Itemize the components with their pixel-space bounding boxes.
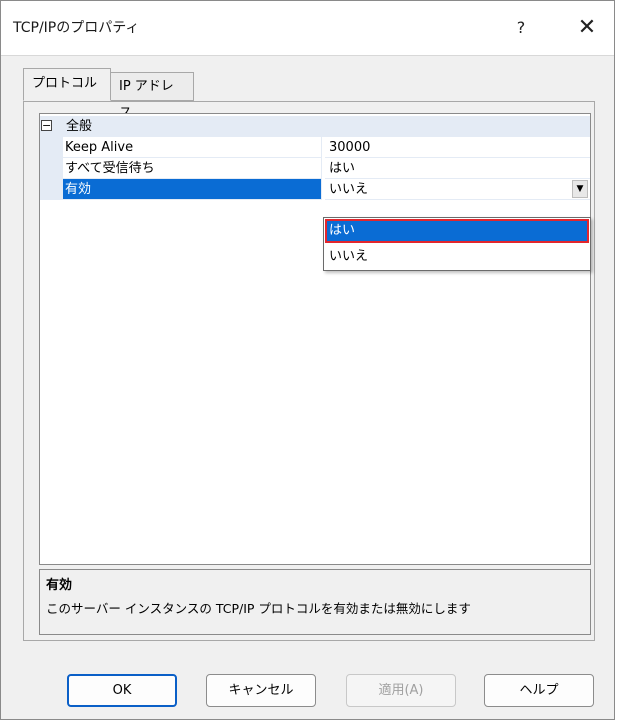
help-icon[interactable]: ? bbox=[501, 11, 541, 45]
property-row-enabled[interactable]: 有効 いいえ ▼ bbox=[40, 179, 590, 200]
row-gutter bbox=[40, 179, 63, 200]
tab-ip-address[interactable]: IP アドレス bbox=[110, 72, 194, 121]
window-title: TCP/IPのプロパティ bbox=[13, 20, 140, 36]
ok-button[interactable]: OK bbox=[67, 674, 177, 707]
property-grid: − 全般 Keep Alive 30000 すべて受信待ち はい 有効 いいえ … bbox=[39, 113, 591, 565]
properties-dialog: TCP/IPのプロパティ ? ✕ プロトコル IP アドレス − 全般 Keep… bbox=[0, 0, 615, 720]
value-dropdown-list: はい いいえ bbox=[323, 217, 591, 271]
property-row-keep-alive[interactable]: Keep Alive 30000 bbox=[40, 137, 590, 158]
property-row-listen-all[interactable]: すべて受信待ち はい bbox=[40, 158, 590, 179]
property-value[interactable]: はい bbox=[325, 158, 590, 179]
description-title: 有効 bbox=[46, 578, 73, 593]
property-name[interactable]: Keep Alive bbox=[63, 137, 322, 158]
dropdown-option-no[interactable]: いいえ bbox=[325, 245, 589, 269]
title-bar: TCP/IPのプロパティ ? ✕ bbox=[1, 1, 614, 56]
category-label: 全般 bbox=[66, 119, 93, 134]
apply-button[interactable]: 適用(A) bbox=[346, 674, 456, 707]
collapse-icon[interactable]: − bbox=[41, 120, 52, 131]
cancel-button[interactable]: キャンセル bbox=[206, 674, 316, 707]
property-value: いいえ bbox=[329, 182, 369, 197]
description-text: このサーバー インスタンスの TCP/IP プロトコルを有効または無効にします bbox=[46, 601, 471, 616]
help-button[interactable]: ヘルプ bbox=[484, 674, 594, 707]
description-panel: 有効 このサーバー インスタンスの TCP/IP プロトコルを有効または無効にし… bbox=[39, 569, 591, 635]
property-name[interactable]: 有効 bbox=[63, 179, 322, 200]
property-name[interactable]: すべて受信待ち bbox=[63, 158, 322, 179]
dropdown-option-yes[interactable]: はい bbox=[325, 219, 589, 243]
category-row-general[interactable]: − 全般 bbox=[40, 116, 590, 137]
row-gutter bbox=[40, 158, 63, 179]
dropdown-arrow-icon[interactable]: ▼ bbox=[572, 180, 588, 198]
row-gutter bbox=[40, 137, 63, 158]
tab-protocol[interactable]: プロトコル bbox=[23, 68, 111, 101]
property-value[interactable]: 30000 bbox=[325, 137, 590, 158]
close-icon[interactable]: ✕ bbox=[567, 11, 607, 45]
property-value-select[interactable]: いいえ ▼ bbox=[325, 179, 590, 200]
